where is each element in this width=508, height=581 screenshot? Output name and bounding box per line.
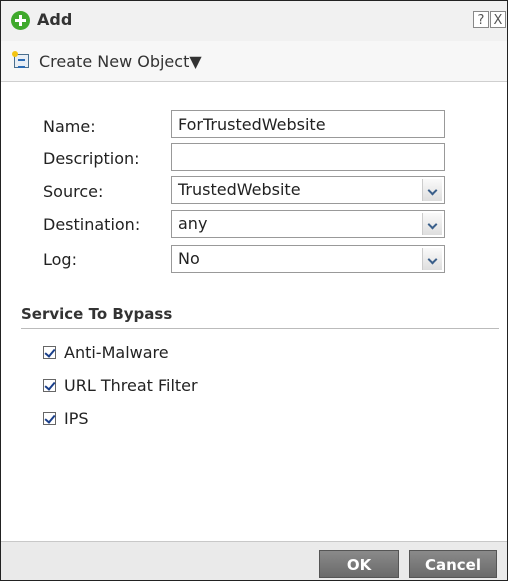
object-toolbar: Create New Object▼ <box>1 41 507 82</box>
dialog-footer: OK Cancel <box>1 541 507 580</box>
add-circle-icon <box>11 11 30 30</box>
name-input[interactable] <box>171 110 445 138</box>
description-label: Description: <box>43 149 140 168</box>
service-to-bypass-heading: Service To Bypass <box>21 305 173 323</box>
close-button[interactable]: X <box>490 11 506 28</box>
add-dialog: Add ? X Create New Object▼ Name: Descrip… <box>0 0 508 581</box>
ips-label: IPS <box>64 409 89 428</box>
description-input[interactable] <box>171 143 445 171</box>
check-icon[interactable] <box>43 412 56 425</box>
log-label: Log: <box>43 250 77 269</box>
check-icon[interactable] <box>43 379 56 392</box>
section-divider <box>21 328 499 329</box>
chevron-down-icon[interactable] <box>422 213 442 235</box>
name-label: Name: <box>43 117 96 136</box>
log-select[interactable]: No <box>171 245 445 273</box>
destination-value: any <box>178 214 208 233</box>
url-threat-filter-label: URL Threat Filter <box>64 376 198 395</box>
anti-malware-label: Anti-Malware <box>64 343 169 362</box>
source-select[interactable]: TrustedWebsite <box>171 176 445 204</box>
dialog-titlebar: Add ? X <box>1 1 507 41</box>
destination-label: Destination: <box>43 215 141 234</box>
object-icon <box>12 51 29 68</box>
source-value: TrustedWebsite <box>178 180 301 199</box>
source-label: Source: <box>43 182 104 201</box>
help-button[interactable]: ? <box>473 11 489 28</box>
log-value: No <box>178 249 200 268</box>
destination-select[interactable]: any <box>171 210 445 238</box>
chevron-down-icon[interactable] <box>422 179 442 201</box>
check-icon[interactable] <box>43 346 56 359</box>
create-new-object-menu[interactable]: Create New Object▼ <box>39 52 202 71</box>
dialog-title: Add <box>37 10 73 29</box>
ok-button[interactable]: OK <box>319 550 399 578</box>
cancel-button[interactable]: Cancel <box>409 550 497 578</box>
chevron-down-icon[interactable] <box>422 248 442 270</box>
